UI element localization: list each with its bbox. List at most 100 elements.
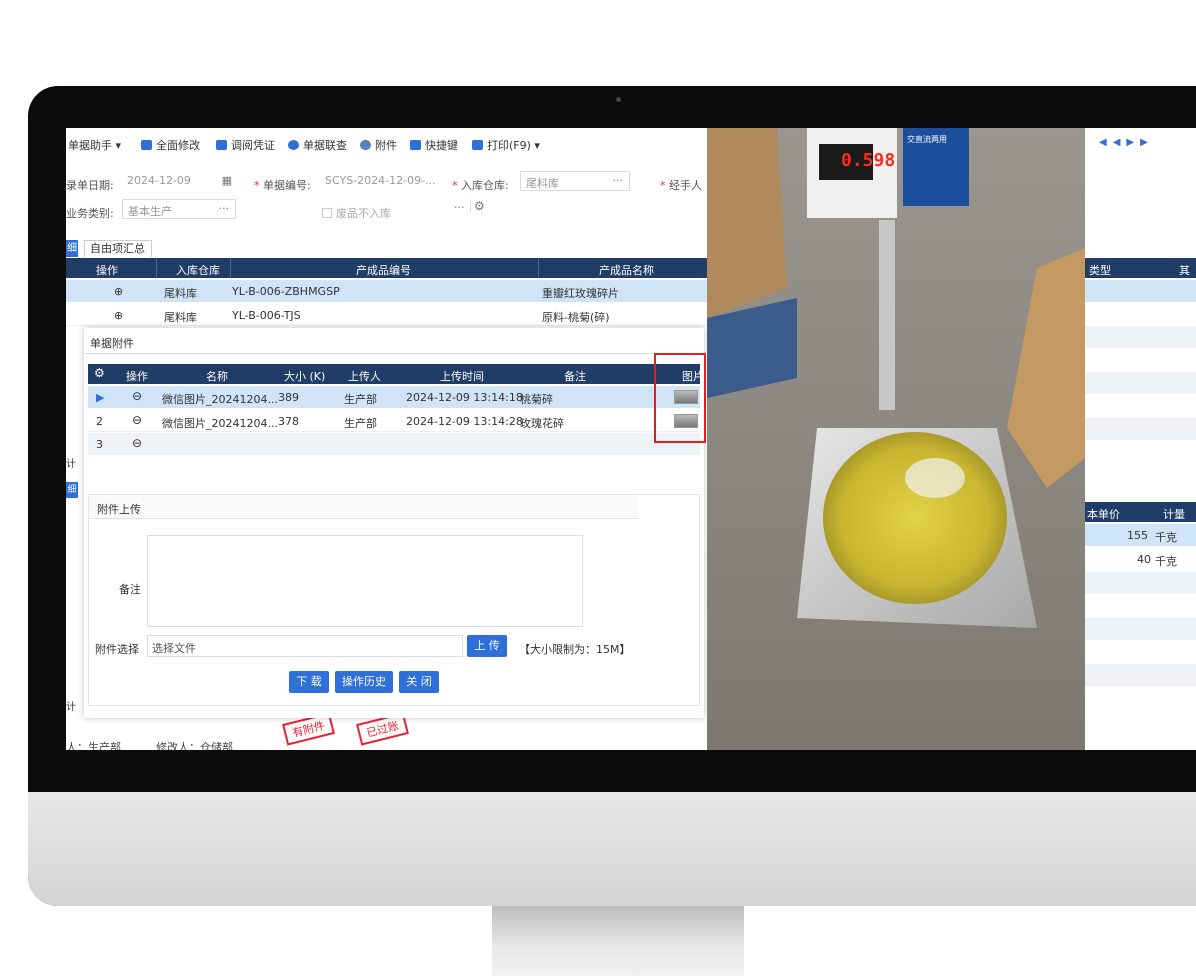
remove-icon[interactable]: ⊖: [132, 389, 142, 403]
uploader: 生产部: [344, 393, 377, 406]
biz-type-field[interactable]: 基本生产 ···: [122, 199, 236, 219]
gear-icon[interactable]: ⚙: [470, 199, 485, 213]
col-fragment: 其: [1179, 264, 1190, 277]
bag-of-flowers: [823, 432, 1007, 604]
date-label: 录单日期:: [66, 179, 114, 192]
table-row[interactable]: 155 千克: [1085, 524, 1196, 546]
warehouse-field[interactable]: 尾料库 ···: [520, 171, 630, 191]
next-record-icon[interactable]: ▶: [1126, 137, 1140, 148]
prev-record-icon[interactable]: ◀: [1113, 137, 1127, 148]
note-label: 备注: [119, 583, 141, 596]
record-navigation[interactable]: ◀◀▶▶: [1099, 137, 1154, 148]
file-name[interactable]: 微信图片_20241204...: [162, 415, 278, 431]
more-icon[interactable]: ···: [454, 201, 465, 214]
dialog-title: 单据附件: [90, 337, 134, 350]
attachment-row[interactable]: ▶ ⊖ 微信图片_20241204... 389 生产部 2024-12-09 …: [88, 386, 700, 408]
doc-no-field[interactable]: SCYS-2024-12-09-...: [320, 171, 438, 191]
tab-detail[interactable]: 细: [66, 240, 78, 257]
view-voucher-label: 调阅凭证: [231, 139, 275, 152]
first-record-icon[interactable]: ◀: [1099, 137, 1113, 148]
row-warehouse: 尾料库: [164, 311, 197, 324]
row-product-code: YL-B-006-ZBHMGSP: [232, 285, 340, 298]
view-voucher-button[interactable]: 调阅凭证: [216, 137, 275, 153]
last-record-icon[interactable]: ▶: [1140, 137, 1154, 148]
col-product-code: 产成品编号: [356, 264, 411, 277]
download-button[interactable]: 下 载: [289, 671, 329, 693]
full-edit-label: 全面修改: [156, 139, 200, 152]
right-grid-header: 类型 其: [1085, 258, 1196, 278]
waste-checkbox[interactable]: 废品不入库: [322, 205, 391, 221]
monitor-chin: [28, 792, 1196, 906]
col-divider: [538, 258, 539, 278]
table-row[interactable]: [1085, 280, 1196, 302]
upload-section: 附件上传 备注 附件选择 选择文件 上 传 【大小限制为：15M】 下 载 操作…: [88, 494, 700, 706]
dialog-titlebar: 单据附件: [84, 328, 704, 354]
link-icon: [288, 140, 299, 150]
unit: 千克: [1155, 531, 1177, 544]
table-row[interactable]: ⊕ 尾料库 YL-B-006-ZBHMGSP 重瓣红玫瑰碎片: [66, 280, 707, 302]
file-size: 378: [278, 415, 299, 428]
col-upload-time: 上传时间: [440, 370, 484, 383]
attachment-row[interactable]: 3 ⊖: [88, 433, 700, 455]
upload-time: 2024-12-09 13:14:28: [406, 415, 523, 428]
tab-detail-2[interactable]: 细: [66, 482, 78, 498]
row-product-name: 重瓣红玫瑰碎片: [542, 287, 619, 300]
sum-label: 计: [66, 459, 76, 470]
upload-button[interactable]: 上 传: [467, 635, 507, 657]
shortcut-label: 快捷键: [425, 139, 458, 152]
table-row: [1085, 418, 1196, 440]
ellipsis-icon[interactable]: ···: [219, 202, 230, 215]
col-name: 名称: [206, 370, 228, 383]
remove-icon[interactable]: ⊖: [132, 436, 142, 450]
attachment-grid-header: ⚙ 操作 名称 大小 (K) 上传人 上传时间 备注 图片: [88, 364, 704, 384]
handler-label-text: 经手人: [669, 179, 702, 192]
file-name[interactable]: 微信图片_20241204...: [162, 391, 278, 407]
upload-time: 2024-12-09 13:14:18: [406, 391, 523, 404]
attachment-button[interactable]: 附件: [360, 137, 397, 153]
required-mark: *: [254, 179, 260, 192]
file-size: 389: [278, 391, 299, 404]
close-button[interactable]: 关 闭: [399, 671, 439, 693]
table-row: [1085, 372, 1196, 394]
print-button[interactable]: 打印(F9) ▾: [472, 137, 540, 153]
row-action-icon[interactable]: ⊕: [114, 285, 123, 298]
warehouse-label-text: 入库仓库:: [461, 179, 509, 192]
row-product-code: YL-B-006-TJS: [232, 309, 301, 322]
shortcut-button[interactable]: 快捷键: [410, 137, 458, 153]
gear-icon[interactable]: ⚙: [94, 366, 105, 380]
size-limit-text: 【大小限制为：15M】: [519, 643, 631, 656]
ellipsis-icon[interactable]: ···: [613, 174, 624, 187]
doc-no-label-text: 单据编号:: [263, 179, 311, 192]
biz-type-value: 基本生产: [128, 205, 172, 218]
biz-type-label: 业务类别:: [66, 207, 114, 220]
row-index: 3: [96, 438, 103, 451]
scale-brand: 交直流两用: [907, 135, 947, 144]
voucher-icon: [216, 140, 227, 150]
file-input[interactable]: 选择文件: [147, 635, 463, 657]
doc-link-button[interactable]: 单据联查: [288, 137, 347, 153]
col-uploader: 上传人: [348, 370, 381, 383]
full-edit-button[interactable]: 全面修改: [141, 137, 200, 153]
note-textarea[interactable]: [147, 535, 583, 627]
checkbox-icon: [322, 208, 332, 218]
required-mark: *: [452, 179, 458, 192]
screen: 单据助手 ▾ 全面修改 调阅凭证 单据联查 附件 快捷键 打印(F9) ▾ 录单…: [66, 128, 1196, 750]
attachment-label: 附件: [375, 139, 397, 152]
calendar-icon[interactable]: ▦: [222, 174, 232, 187]
highlight-box: [654, 353, 706, 443]
doc-assistant-menu[interactable]: 单据助手 ▾: [68, 137, 121, 153]
row-action-icon[interactable]: ⊕: [114, 309, 123, 322]
remove-icon[interactable]: ⊖: [132, 413, 142, 427]
date-field[interactable]: 2024-12-09 ▦: [122, 171, 236, 191]
warehouse-label: * 入库仓库:: [452, 177, 509, 193]
col-note: 备注: [564, 370, 586, 383]
table-row[interactable]: 40 千克: [1085, 548, 1196, 570]
table-row[interactable]: ⊕ 尾料库 YL-B-006-TJS 原料-桃菊(碎): [66, 304, 707, 326]
date-value: 2024-12-09: [127, 174, 191, 187]
attachment-row[interactable]: 2 ⊖ 微信图片_20241204... 378 生产部 2024-12-09 …: [88, 410, 700, 432]
right-grid-header-2: 本单价 计量: [1085, 502, 1196, 522]
upload-section-title: 附件上传: [97, 503, 141, 516]
tab-custom-summary[interactable]: 自由项汇总: [84, 240, 152, 257]
right-grid-panel: ◀◀▶▶ 类型 其 本单价 计量 155 千克 40 千克: [1085, 128, 1196, 750]
history-button[interactable]: 操作历史: [335, 671, 393, 693]
